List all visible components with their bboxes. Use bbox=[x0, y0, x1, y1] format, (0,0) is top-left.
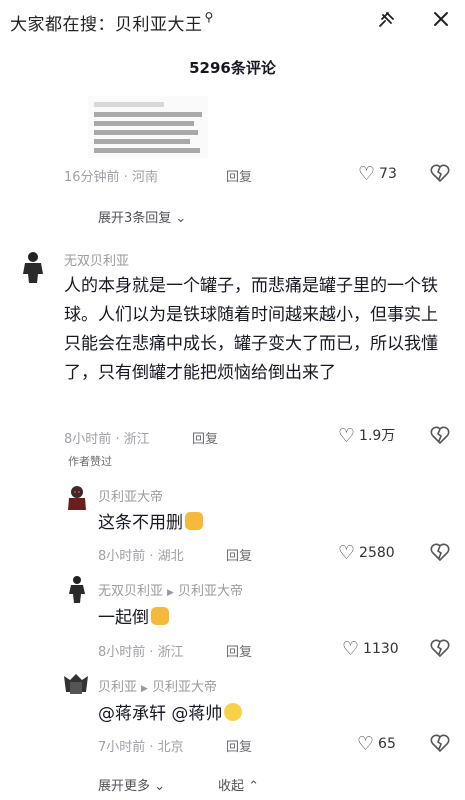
heart-icon: ♡ bbox=[358, 163, 376, 185]
comment-count-title: 5296条评论 bbox=[189, 59, 276, 77]
close-icon[interactable] bbox=[432, 10, 450, 33]
comment-image[interactable] bbox=[88, 96, 208, 158]
like-count: 1.9万 bbox=[359, 428, 396, 444]
dislike-icon[interactable] bbox=[430, 734, 450, 757]
avatar[interactable] bbox=[16, 250, 50, 284]
dislike-icon[interactable] bbox=[430, 426, 450, 449]
reply-button[interactable]: 回复 bbox=[226, 736, 252, 755]
reply-meta: 7小时前 · 北京 bbox=[98, 740, 184, 755]
dislike-icon[interactable] bbox=[430, 639, 450, 662]
reply-to-arrow-icon: ▶ bbox=[167, 588, 174, 598]
author-liked-badge: 作者赞过 bbox=[68, 455, 112, 468]
reply-to-username[interactable]: 贝利亚大帝 bbox=[152, 680, 217, 695]
top-bar: 大家都在搜：贝利亚大王 ⚲ bbox=[0, 0, 465, 44]
comment-meta: 8小时前 · 浙江 bbox=[64, 432, 150, 447]
reply-username-text: 无双贝利亚 bbox=[98, 584, 164, 599]
comment-image-line bbox=[94, 130, 198, 135]
reply-text: 一起倒 bbox=[98, 604, 169, 633]
chevron-down-icon: ⌄ bbox=[150, 779, 166, 794]
chevron-up-icon: ⌃ bbox=[244, 779, 260, 794]
chevron-down-icon: ⌄ bbox=[171, 211, 187, 226]
collapse-button[interactable]: 收起 ⌃ bbox=[218, 775, 259, 794]
comment-username[interactable]: 无双贝利亚 bbox=[64, 250, 129, 269]
like-button[interactable]: ♡ 65 bbox=[357, 733, 396, 755]
like-count: 2580 bbox=[359, 545, 395, 561]
heart-icon: ♡ bbox=[342, 638, 360, 660]
like-count: 73 bbox=[379, 166, 397, 182]
reply-text-content: @蒋承轩 @蒋帅 bbox=[98, 704, 223, 724]
reply-username[interactable]: 贝利亚大帝 bbox=[98, 486, 163, 505]
comment-image-line bbox=[94, 139, 190, 144]
like-button[interactable]: ♡ 1.9万 bbox=[338, 425, 395, 447]
reply-button[interactable]: 回复 bbox=[226, 166, 252, 185]
reply-text: 这条不用删 bbox=[98, 509, 203, 538]
avatar[interactable] bbox=[64, 575, 90, 603]
comment-image-line bbox=[94, 112, 202, 117]
dislike-icon[interactable] bbox=[430, 164, 450, 187]
heart-icon: ♡ bbox=[338, 425, 356, 447]
pin-icon[interactable] bbox=[376, 10, 396, 35]
heart-icon: ♡ bbox=[338, 542, 356, 564]
like-count: 65 bbox=[378, 736, 396, 752]
avatar[interactable] bbox=[64, 484, 90, 510]
reply-to-arrow-icon: ▶ bbox=[141, 684, 148, 694]
dislike-icon[interactable] bbox=[430, 543, 450, 566]
like-button[interactable]: ♡ 2580 bbox=[338, 542, 395, 564]
crying-emoji-icon bbox=[224, 703, 243, 721]
expand-replies-label: 展开3条回复 bbox=[98, 211, 172, 226]
reply-to-username[interactable]: 贝利亚大帝 bbox=[178, 584, 243, 599]
like-button[interactable]: ♡ 1130 bbox=[342, 638, 399, 660]
search-icon: ⚲ bbox=[204, 10, 214, 24]
heart-icon: ♡ bbox=[357, 733, 375, 755]
comment-meta: 16分钟前 · 河南 bbox=[64, 170, 158, 185]
reply-meta: 8小时前 · 湖北 bbox=[98, 549, 184, 564]
reply-username-text: 贝利亚 bbox=[98, 680, 138, 695]
search-suggestion[interactable]: 大家都在搜：贝利亚大王 ⚲ bbox=[10, 10, 214, 35]
reply-username[interactable]: 无双贝利亚 ▶ 贝利亚大帝 bbox=[98, 580, 243, 599]
reply-button[interactable]: 回复 bbox=[226, 545, 252, 564]
like-count: 1130 bbox=[363, 641, 399, 657]
thumbs-up-emoji-icon bbox=[151, 607, 169, 625]
expand-more-label: 展开更多 bbox=[98, 779, 151, 794]
thumbs-up-emoji-icon bbox=[185, 512, 203, 530]
search-suggestion-text: 大家都在搜：贝利亚大王 bbox=[10, 15, 203, 35]
reply-text: @蒋承轩 @蒋帅 bbox=[98, 700, 243, 729]
reply-username[interactable]: 贝利亚 ▶ 贝利亚大帝 bbox=[98, 676, 217, 695]
expand-replies-button[interactable]: 展开3条回复 ⌄ bbox=[98, 207, 186, 226]
like-button[interactable]: ♡ 73 bbox=[358, 163, 397, 185]
comment-text: 人的本身就是一个罐子，而悲痛是罐子里的一个铁球。人们以为是铁球随着时间越来越小，… bbox=[64, 276, 438, 383]
collapse-label: 收起 bbox=[218, 779, 245, 794]
comment-image-line bbox=[94, 148, 200, 153]
reply-text-content: 这条不用删 bbox=[98, 513, 183, 533]
comment-image-line bbox=[94, 121, 194, 126]
avatar[interactable] bbox=[62, 672, 90, 696]
reply-meta: 8小时前 · 浙江 bbox=[98, 645, 184, 660]
reply-button[interactable]: 回复 bbox=[226, 641, 252, 660]
expand-more-button[interactable]: 展开更多 ⌄ bbox=[98, 775, 165, 794]
reply-button[interactable]: 回复 bbox=[192, 428, 218, 447]
reply-text-content: 一起倒 bbox=[98, 608, 149, 628]
comment-image-header bbox=[94, 102, 164, 107]
